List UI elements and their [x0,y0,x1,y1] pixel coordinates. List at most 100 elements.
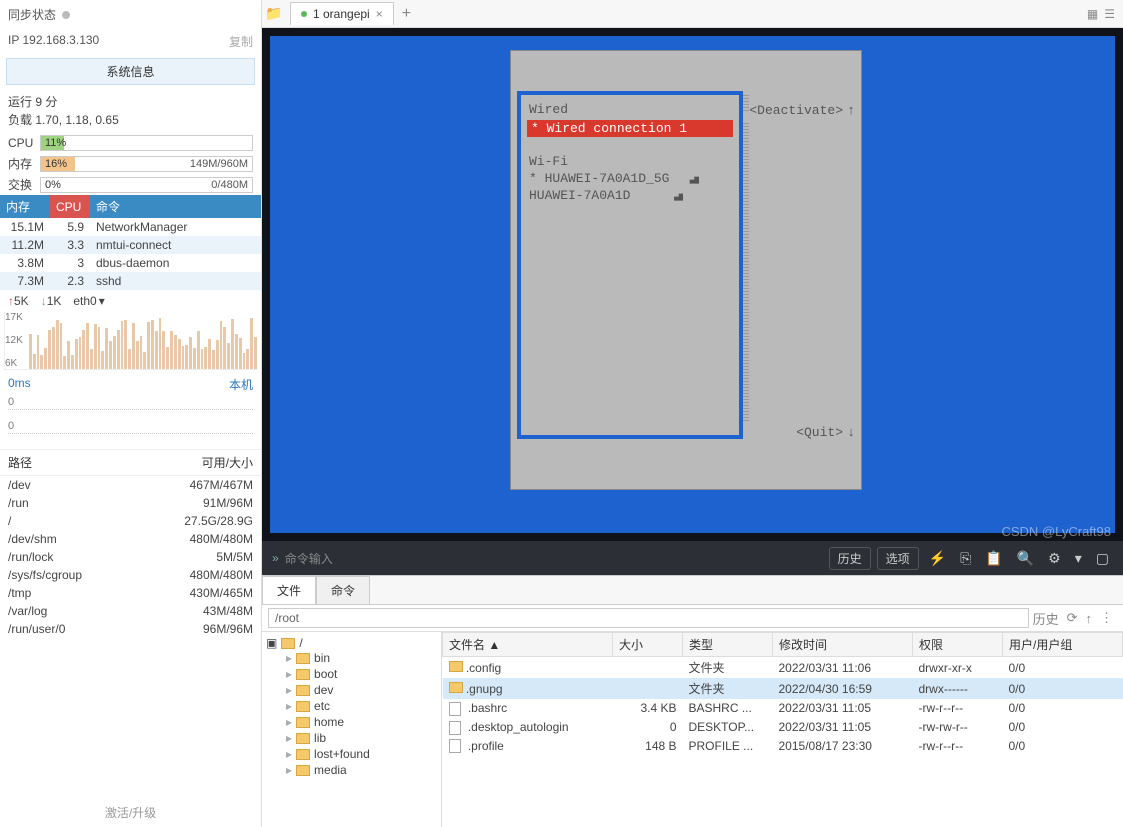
list-view-icon[interactable]: ☰ [1104,7,1115,21]
wifi-section: Wi-Fi [527,153,733,170]
tab-file[interactable]: 文件 [262,576,316,604]
process-table: 内存 CPU 命令 15.1M5.9NetworkManager11.2M3.3… [0,195,261,290]
wired-connection-1[interactable]: * Wired connection 1 [527,120,733,137]
tree-item[interactable]: ▸etc [266,698,437,714]
terminal-prompt-icon: » [272,551,279,565]
grid-view-icon[interactable]: ▦ [1087,7,1098,21]
th-cpu[interactable]: CPU [50,195,90,218]
load-text: 负载 1.70, 1.18, 0.65 [8,111,253,129]
mem-bar: 16% 149M/960M [40,156,253,172]
ip-address: IP 192.168.3.130 [8,33,99,50]
file-row[interactable]: .profile148 BPROFILE ...2015/08/17 23:30… [443,737,1123,756]
refresh-icon[interactable]: ⟳ [1063,610,1082,626]
chevron-down-icon: ▾ [99,294,105,308]
disk-list: /dev467M/467M/run91M/96M/27.5G/28.9G/dev… [0,476,261,638]
disk-row[interactable]: /run/user/096M/96M [0,620,261,638]
file-tree[interactable]: ▣/ ▸bin▸boot▸dev▸etc▸home▸lib▸lost+found… [262,632,442,827]
process-row[interactable]: 15.1M5.9NetworkManager [0,218,261,236]
tree-item[interactable]: ▸lib [266,730,437,746]
tree-root[interactable]: ▣/ [266,636,437,650]
process-row[interactable]: 3.8M3dbus-daemon [0,254,261,272]
disk-row[interactable]: /run91M/96M [0,494,261,512]
wifi-item[interactable]: * HUAWEI-7A0A1D_5G [527,170,733,187]
copy-button[interactable]: 复制 [229,33,253,50]
th-owner[interactable]: 用户/用户组 [1003,633,1123,657]
session-tab[interactable]: 1 orangepi × [290,2,394,25]
path-input[interactable] [268,608,1029,628]
net-up: ↑5K [8,294,29,308]
arrow-up-icon: ↑ [847,103,855,118]
tree-item[interactable]: ▸boot [266,666,437,682]
file-row[interactable]: .config文件夹2022/03/31 11:06drwxr-xr-x0/0 [443,657,1123,679]
th-size[interactable]: 大小 [613,633,683,657]
chevron-down-icon[interactable]: ▾ [1071,550,1086,567]
status-dot-icon [301,11,307,17]
close-tab-icon[interactable]: × [376,7,383,21]
disk-row[interactable]: /var/log43M/48M [0,602,261,620]
iface-select[interactable]: eth0 ▾ [73,294,104,308]
tab-bar: 📁 1 orangepi × + ▦ ☰ [262,0,1123,28]
mem-label: 内存 [8,155,36,172]
status-dot-icon [62,11,70,19]
host-select[interactable]: 本机 [229,376,253,393]
lightning-icon[interactable]: ⚡ [925,550,950,567]
search-icon[interactable]: 🔍 [1013,550,1038,567]
tab-label: 1 orangepi [313,7,370,21]
command-input[interactable]: 命令输入 [285,550,823,567]
system-info-button[interactable]: 系统信息 [6,58,255,85]
tab-command[interactable]: 命令 [316,576,370,604]
options-button[interactable]: 选项 [877,547,919,570]
disk-row[interactable]: /sys/fs/cgroup480M/480M [0,566,261,584]
disk-row[interactable]: /dev467M/467M [0,476,261,494]
swap-bar: 0% 0/480M [40,177,253,193]
disk-row[interactable]: /dev/shm480M/480M [0,530,261,548]
signal-icon [669,191,683,201]
wifi-item[interactable]: HUAWEI-7A0A1D [527,187,733,204]
gear-icon[interactable]: ⚙ [1044,550,1065,567]
tree-item[interactable]: ▸bin [266,650,437,666]
th-cmd[interactable]: 命令 [90,195,261,218]
file-row[interactable]: .gnupg文件夹2022/04/30 16:59drwx------0/0 [443,678,1123,699]
terminal-area[interactable]: ↑ <Deactivate> ↓ <Quit> Wired * Wired co… [262,28,1123,575]
arrow-down-icon: ↓ [847,425,855,440]
th-mtime[interactable]: 修改时间 [773,633,913,657]
sidebar: 同步状态 IP 192.168.3.130 复制 系统信息 运行 9 分 负载 … [0,0,262,827]
folder-icon[interactable]: 📁 [262,5,286,22]
cpu-label: CPU [8,136,36,150]
add-tab-button[interactable]: + [394,5,419,23]
fullscreen-icon[interactable]: ▢ [1092,550,1113,567]
path-history-button[interactable]: 历史 [1029,609,1063,628]
paste-icon[interactable]: 📋 [981,550,1006,567]
disk-avail-header[interactable]: 可用/大小 [202,454,253,471]
uptime-text: 运行 9 分 [8,93,253,111]
process-row[interactable]: 11.2M3.3nmtui-connect [0,236,261,254]
th-mem[interactable]: 内存 [0,195,50,218]
th-filename[interactable]: 文件名 ▲ [443,633,613,657]
disk-path-header[interactable]: 路径 [8,454,32,471]
disk-row[interactable]: /run/lock5M/5M [0,548,261,566]
disk-row[interactable]: /tmp430M/465M [0,584,261,602]
th-perm[interactable]: 权限 [913,633,1003,657]
tree-item[interactable]: ▸lost+found [266,746,437,762]
deactivate-button[interactable]: <Deactivate> [749,103,843,118]
file-row[interactable]: .desktop_autologin0DESKTOP...2022/03/31 … [443,718,1123,737]
th-type[interactable]: 类型 [683,633,773,657]
clipboard-icon[interactable]: ⎘ [956,550,975,567]
sync-title: 同步状态 [8,6,56,23]
tree-item[interactable]: ▸media [266,762,437,778]
file-row[interactable]: .bashrc3.4 KBBASHRC ...2022/03/31 11:05-… [443,699,1123,718]
process-row[interactable]: 7.3M2.3sshd [0,272,261,290]
tree-item[interactable]: ▸home [266,714,437,730]
up-icon[interactable]: ↑ [1082,611,1097,626]
activate-upgrade-link[interactable]: 激活/升级 [0,798,261,827]
history-button[interactable]: 历史 [829,547,871,570]
quit-button[interactable]: <Quit> [796,425,843,440]
cpu-bar: 11% [40,135,253,151]
more-icon[interactable]: ⋮ [1096,610,1117,626]
file-panel: 文件 命令 历史 ⟳ ↑ ⋮ ▣/ ▸bin▸boot▸dev▸etc▸home… [262,575,1123,827]
tree-item[interactable]: ▸dev [266,682,437,698]
nmtui-window: ↑ <Deactivate> ↓ <Quit> Wired * Wired co… [510,50,862,490]
latency-value: 0ms [8,376,31,393]
disk-row[interactable]: /27.5G/28.9G [0,512,261,530]
net-dn: ↓1K [41,294,62,308]
